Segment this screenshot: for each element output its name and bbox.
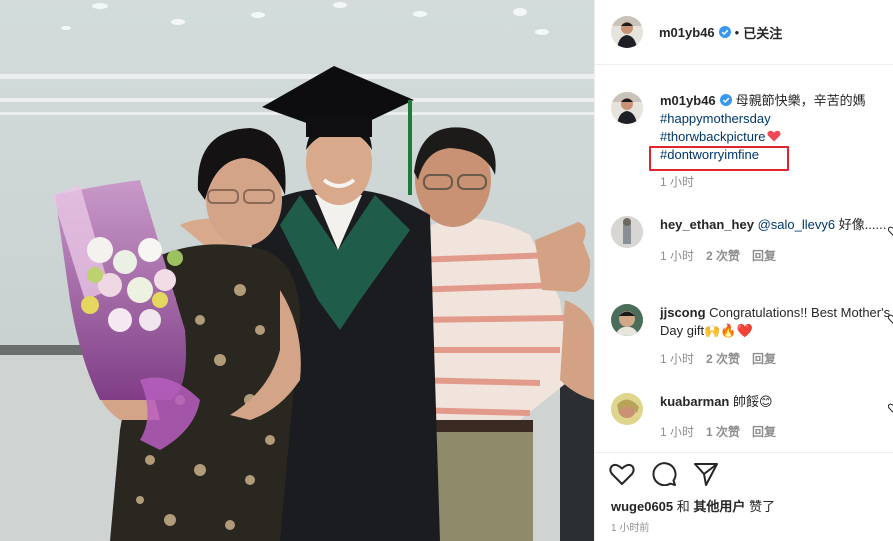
- commenter-avatar[interactable]: [611, 393, 643, 425]
- avatar-image-icon: [611, 92, 643, 124]
- action-icons: [609, 462, 735, 486]
- avatar-image-icon: [611, 393, 643, 425]
- comment-time: 1 小时: [660, 425, 695, 439]
- comment-mention[interactable]: @salo_llevy6: [758, 217, 836, 232]
- comment-time: 1 小时: [660, 249, 695, 263]
- verified-badge-icon: [719, 94, 732, 106]
- comment-text: 帥餒😊: [733, 394, 773, 409]
- graduation-photo: [0, 0, 594, 541]
- comment-bubble-icon[interactable]: [651, 462, 677, 486]
- comment-text: 好像......: [835, 217, 887, 232]
- commenter-avatar[interactable]: [611, 216, 643, 248]
- liker-username[interactable]: wuge0605: [611, 499, 673, 514]
- avatar-image-icon: [611, 304, 643, 336]
- comment-item: kuabarman 帥餒😊 1 小时 1 次赞 回复: [611, 393, 893, 441]
- red-heart-icon: [766, 130, 781, 142]
- following-button[interactable]: 已关注: [743, 23, 782, 42]
- comment-time: 1 小时: [660, 352, 695, 366]
- comment-meta: 1 小时 1 次赞 回复: [660, 423, 893, 441]
- other-likers-link[interactable]: 其他用户: [693, 499, 745, 514]
- comment-username[interactable]: kuabarman: [660, 394, 729, 409]
- comment-username[interactable]: jjscong: [660, 305, 706, 320]
- reply-button[interactable]: 回复: [752, 249, 776, 263]
- share-paper-plane-icon[interactable]: [693, 462, 719, 486]
- author-username[interactable]: m01yb46: [659, 25, 715, 40]
- comment-likes[interactable]: 1 次赞: [706, 425, 740, 439]
- instagram-post-view: m01yb46 • 已关注 m01yb46 母親節快樂，辛苦的媽 #happym…: [0, 0, 893, 541]
- like-heart-icon[interactable]: [609, 462, 635, 486]
- post-actions: wuge0605 和 其他用户 赞了 1 小时前: [595, 452, 893, 541]
- caption-text: 母親節快樂，辛苦的媽: [735, 93, 866, 108]
- caption-time: 1 小时: [660, 175, 695, 189]
- comment-meta: 1 小时 2 次赞 回复: [660, 247, 893, 265]
- like-comment-icon[interactable]: [888, 226, 893, 236]
- like-comment-icon[interactable]: [888, 314, 893, 324]
- likes-suffix: 赞了: [749, 499, 776, 514]
- commenter-avatar[interactable]: [611, 304, 643, 336]
- likes-and: 和: [676, 499, 690, 514]
- highlight-box: [649, 146, 789, 171]
- comment-likes[interactable]: 2 次赞: [706, 352, 740, 366]
- comment-item: jjscong Congratulations!! Best Mother's …: [611, 304, 893, 368]
- avatar-image-icon: [611, 216, 643, 248]
- comment-meta: 1 小时 2 次赞 回复: [660, 350, 893, 368]
- separator-dot: •: [734, 24, 740, 40]
- caption-avatar[interactable]: [611, 92, 643, 124]
- author-avatar[interactable]: [611, 16, 643, 48]
- reply-button[interactable]: 回复: [752, 352, 776, 366]
- comment-item: hey_ethan_hey @salo_llevy6 好像...... 1 小时…: [611, 216, 893, 265]
- avatar-image-icon: [611, 16, 643, 48]
- post-photo[interactable]: [0, 0, 594, 541]
- comment-username[interactable]: hey_ethan_hey: [660, 217, 754, 232]
- likes-summary: wuge0605 和 其他用户 赞了: [611, 496, 775, 515]
- caption-username[interactable]: m01yb46: [660, 93, 716, 108]
- hashtag-happymothersday[interactable]: #happymothersday: [660, 111, 771, 126]
- like-comment-icon[interactable]: [888, 403, 893, 413]
- reply-button[interactable]: 回复: [752, 425, 776, 439]
- comment-likes[interactable]: 2 次赞: [706, 249, 740, 263]
- verified-badge-icon: [718, 26, 731, 38]
- post-time: 1 小时前: [611, 523, 650, 534]
- post-header: m01yb46 • 已关注: [595, 0, 893, 65]
- hashtag-thorwbackpicture[interactable]: #thorwbackpicture: [660, 129, 766, 144]
- caption: m01yb46 母親節快樂，辛苦的媽 #happymothersday #thor…: [611, 92, 881, 191]
- post-side-panel: m01yb46 • 已关注 m01yb46 母親節快樂，辛苦的媽 #happym…: [594, 0, 893, 541]
